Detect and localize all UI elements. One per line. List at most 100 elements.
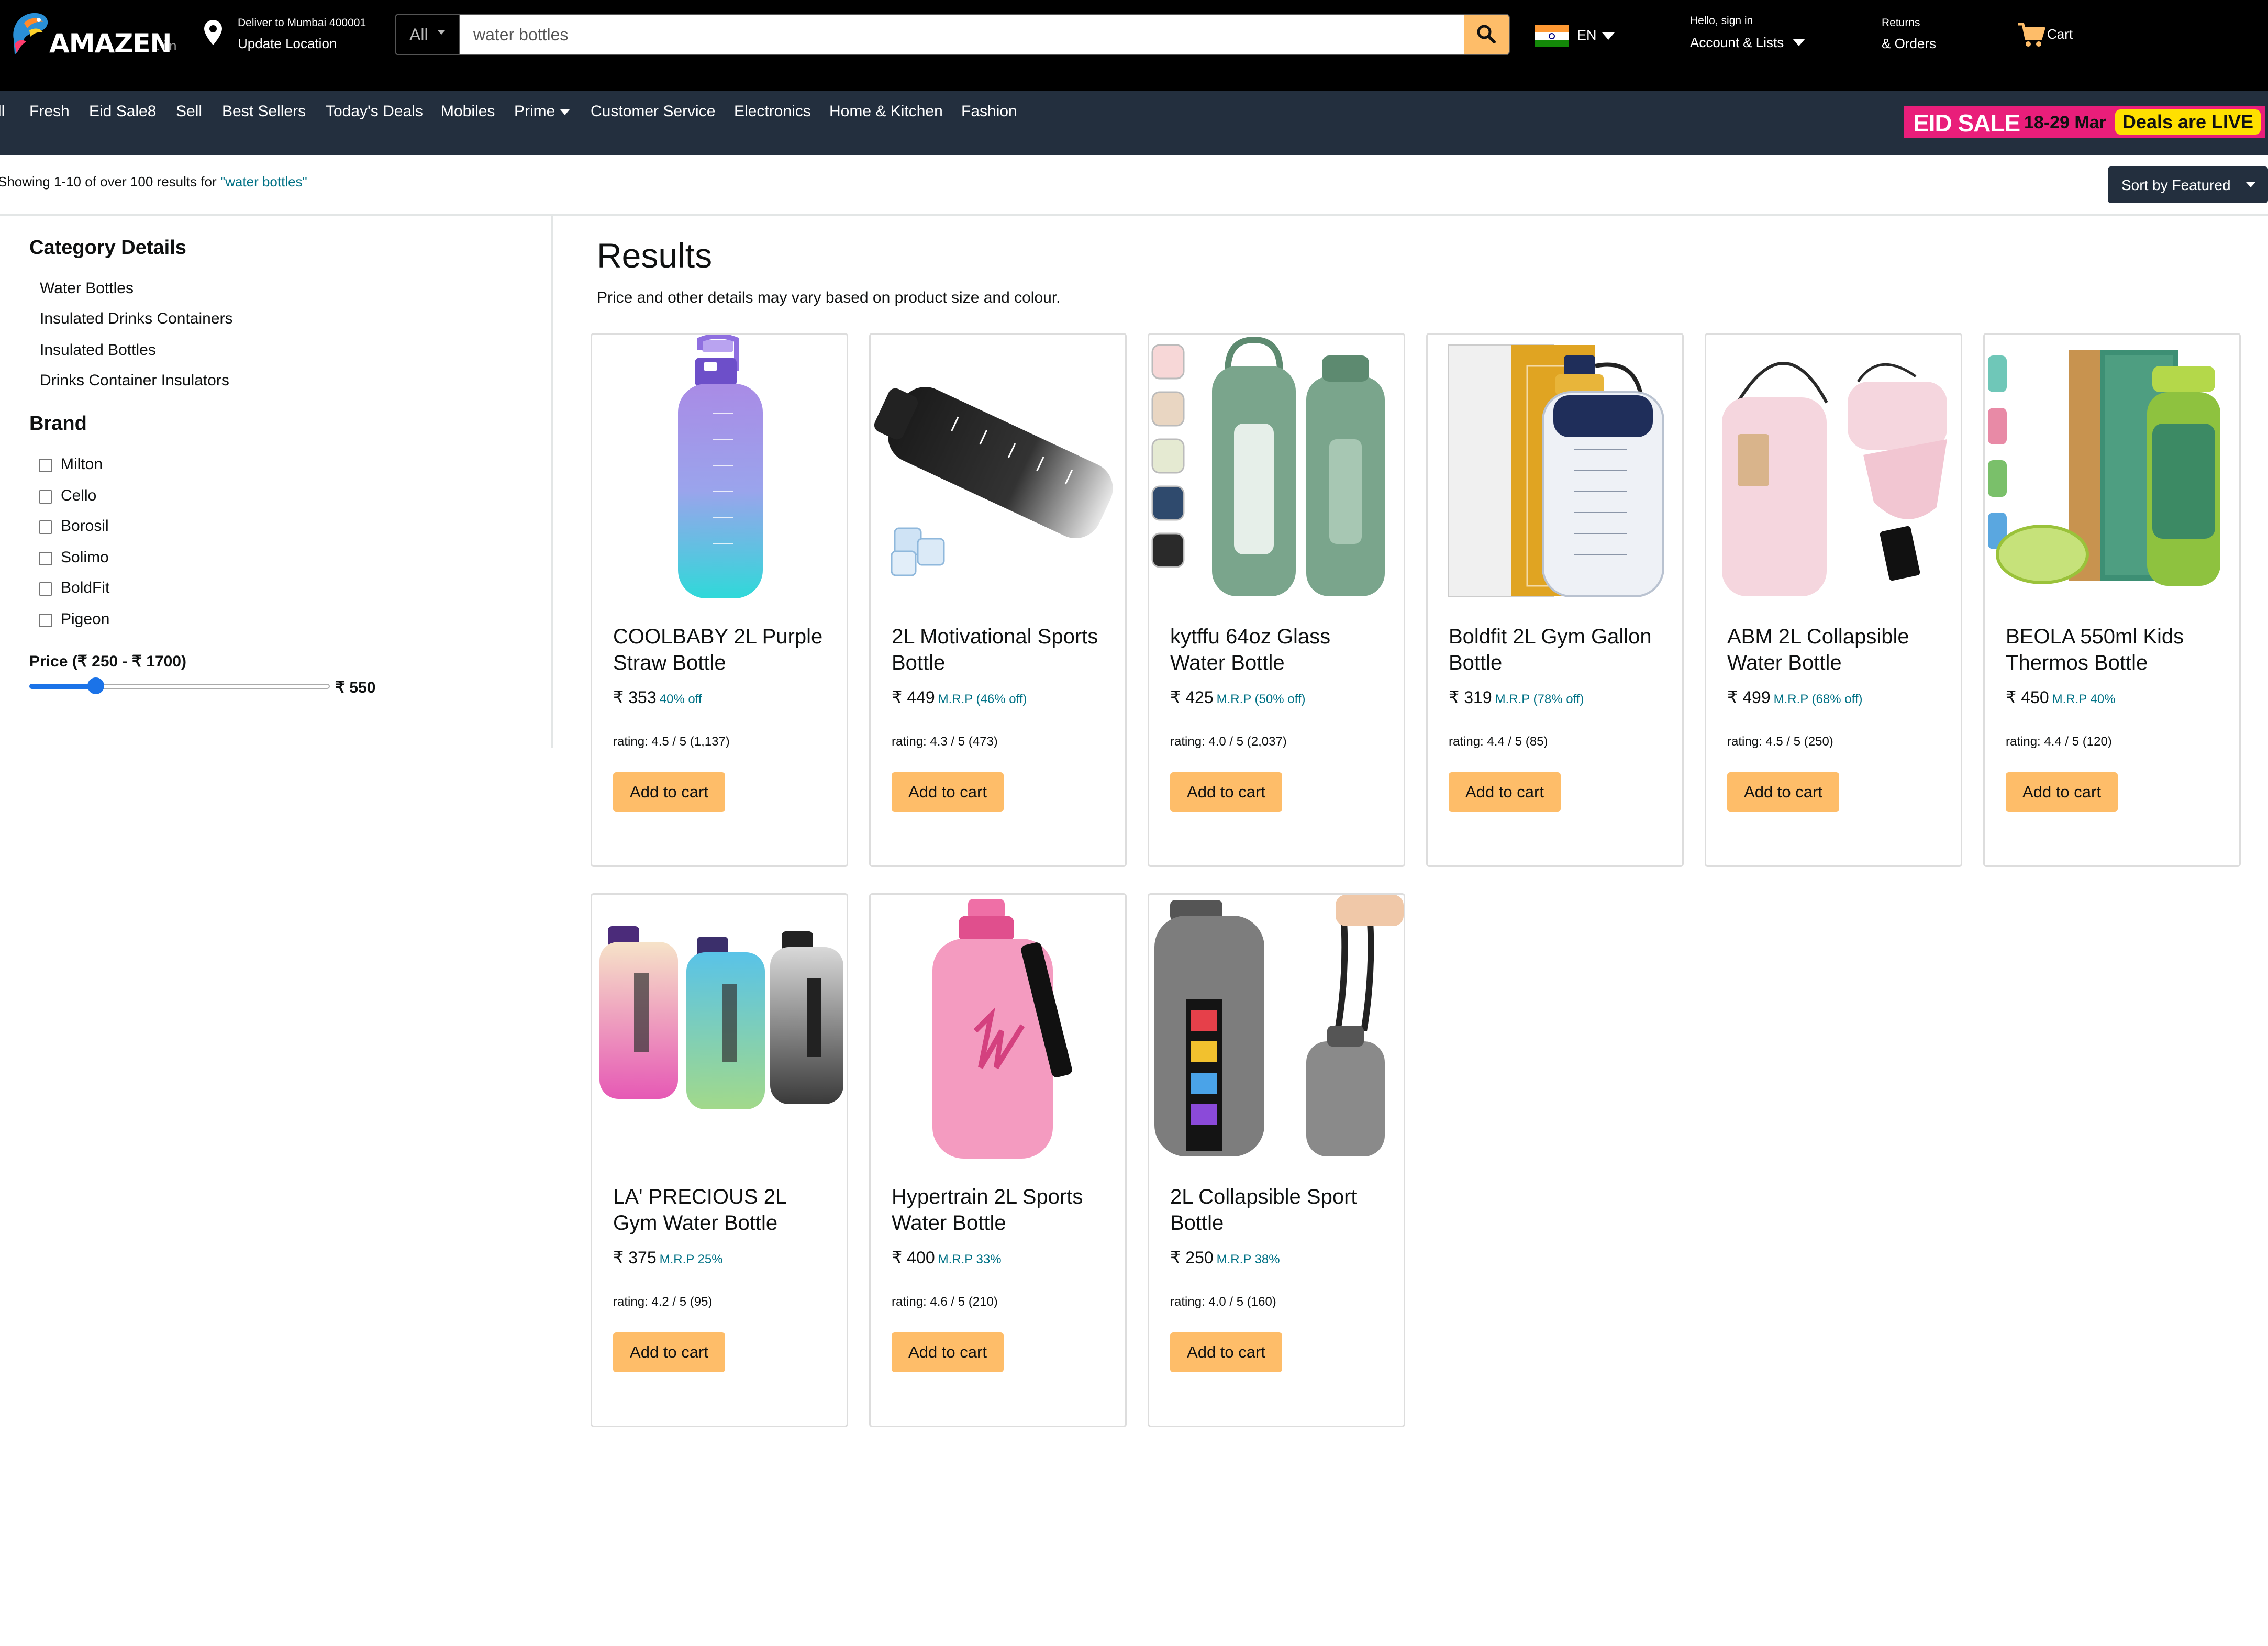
product-card[interactable]: BEOLA 550ml Kids Thermos Bottle ₹ 450 M.R… (1983, 333, 2241, 867)
product-price: ₹ 375 M.R.P 25% (613, 1248, 723, 1267)
product-card[interactable]: 2L Collapsible Sport Bottle ₹ 250 M.R.P 3… (1148, 893, 1405, 1427)
add-to-cart-button[interactable]: Add to cart (2006, 772, 2118, 812)
product-card[interactable]: ABM 2L Collapsible Water Bottle ₹ 499 M.R… (1705, 333, 1962, 867)
price-slider[interactable] (29, 677, 330, 694)
product-card[interactable]: 2L Motivational Sports Bottle ₹ 449 M.R.P… (869, 333, 1127, 867)
nav-item-fashion[interactable]: Fashion (961, 103, 1017, 120)
product-title[interactable]: 2L Collapsible Sport Bottle (1170, 1184, 1390, 1236)
india-flag-icon (1535, 25, 1569, 47)
product-price: ₹ 400 M.R.P 33% (892, 1248, 1002, 1267)
product-image[interactable] (871, 895, 1125, 1162)
chevron-down-icon (560, 109, 570, 115)
product-title[interactable]: 2L Motivational Sports Bottle (892, 624, 1111, 676)
brand-checkbox[interactable] (39, 582, 52, 596)
discount-label: M.R.P (46% off) (938, 692, 1027, 706)
account-menu[interactable]: Hello, sign in Account & Lists (1690, 14, 1826, 55)
search-button[interactable] (1464, 15, 1509, 54)
add-to-cart-button[interactable]: Add to cart (613, 772, 725, 812)
language-selector[interactable]: EN (1535, 23, 1619, 49)
nav-item-all[interactable]: ll (0, 103, 5, 120)
product-price: ₹ 319 M.R.P (78% off) (1449, 687, 1584, 707)
slider-thumb[interactable] (87, 677, 104, 694)
category-link[interactable]: Insulated Drinks Containers (40, 310, 233, 328)
product-image[interactable] (1149, 335, 1404, 602)
search-bar: All (395, 14, 1510, 55)
deliver-location[interactable]: Deliver to Mumbai 400001 Update Location (204, 16, 377, 58)
nav-item-prime[interactable]: Prime (514, 103, 570, 120)
brand-label: Pigeon (61, 610, 110, 628)
product-card[interactable]: Boldfit 2L Gym Gallon Bottle ₹ 319 M.R.P … (1426, 333, 1684, 867)
brand-label: Milton (61, 455, 103, 473)
results-summary-bar: Showing 1-10 of over 100 results for "wa… (0, 155, 2268, 216)
product-title[interactable]: kytffu 64oz Glass Water Bottle (1170, 624, 1390, 676)
orders-label: & Orders (1882, 36, 1937, 51)
site-logo[interactable]: AMAZEN .in (8, 7, 176, 70)
nav-item-customer-service[interactable]: Customer Service (591, 103, 715, 120)
product-price: ₹ 450 M.R.P 40% (2006, 687, 2116, 707)
product-image[interactable] (1149, 895, 1404, 1162)
product-image[interactable] (1706, 335, 1961, 602)
product-card[interactable]: kytffu 64oz Glass Water Bottle ₹ 425 M.R.… (1148, 333, 1405, 867)
nav-item-mobiles[interactable]: Mobiles (441, 103, 495, 120)
add-to-cart-button[interactable]: Add to cart (1449, 772, 1561, 812)
brand-checkbox[interactable] (39, 552, 52, 565)
product-title[interactable]: Boldfit 2L Gym Gallon Bottle (1449, 624, 1669, 676)
nav-item-best-sellers[interactable]: Best Sellers (222, 103, 306, 120)
category-link[interactable]: Water Bottles (40, 280, 134, 297)
page-title: Results (597, 236, 713, 275)
price-value: ₹ 550 (335, 679, 376, 696)
nav-item-prime-label: Prime (514, 103, 555, 120)
product-image[interactable] (1985, 335, 2239, 602)
location-pin-icon (204, 20, 222, 45)
search-input[interactable] (460, 15, 1465, 54)
discount-label: M.R.P (50% off) (1216, 692, 1306, 706)
product-card[interactable]: LA' PRECIOUS 2L Gym Water Bottle ₹ 375 M.… (591, 893, 848, 1427)
brand-checkbox[interactable] (39, 490, 52, 504)
price-amount: ₹ 319 (1449, 688, 1492, 707)
price-amount: ₹ 375 (613, 1248, 657, 1267)
brand-checkbox[interactable] (39, 520, 52, 534)
nav-item-sell[interactable]: Sell (176, 103, 202, 120)
returns-orders-link[interactable]: Returns & Orders (1882, 17, 1960, 59)
nav-item-home-kitchen[interactable]: Home & Kitchen (829, 103, 943, 120)
add-to-cart-button[interactable]: Add to cart (892, 1332, 1004, 1372)
brand-checkbox[interactable] (39, 614, 52, 627)
add-to-cart-button[interactable]: Add to cart (1170, 1332, 1282, 1372)
account-greeting: Hello, sign in (1690, 15, 1753, 27)
product-image[interactable] (871, 335, 1125, 602)
slider-fill (29, 684, 96, 689)
discount-label: M.R.P 38% (1216, 1252, 1280, 1266)
add-to-cart-button[interactable]: Add to cart (613, 1332, 725, 1372)
product-image[interactable] (1428, 335, 1682, 602)
product-image[interactable] (592, 895, 847, 1162)
cart-link[interactable]: Cart (2017, 21, 2090, 52)
nav-item-todays-deals[interactable]: Today's Deals (326, 103, 423, 120)
product-title[interactable]: ABM 2L Collapsible Water Bottle (1727, 624, 1947, 676)
product-price: ₹ 499 M.R.P (68% off) (1727, 687, 1862, 707)
brand-checkbox[interactable] (39, 459, 52, 472)
nav-item-eid-sale[interactable]: Eid Sale8 (89, 103, 156, 120)
chevron-down-icon (2246, 182, 2255, 187)
product-rating: rating: 4.5 / 5 (1,137) (613, 735, 730, 749)
add-to-cart-button[interactable]: Add to cart (892, 772, 1004, 812)
add-to-cart-button[interactable]: Add to cart (1727, 772, 1839, 812)
product-title[interactable]: BEOLA 550ml Kids Thermos Bottle (2006, 624, 2226, 676)
logo-suffix: .in (156, 38, 180, 53)
account-label: Account & Lists (1690, 35, 1784, 50)
sort-dropdown[interactable]: Sort by Featured (2108, 166, 2268, 203)
product-card[interactable]: Hypertrain 2L Sports Water Bottle ₹ 400 M… (869, 893, 1127, 1427)
product-title[interactable]: LA' PRECIOUS 2L Gym Water Bottle (613, 1184, 833, 1236)
category-link[interactable]: Drinks Container Insulators (40, 372, 229, 390)
search-category-dropdown[interactable]: All (396, 15, 460, 54)
add-to-cart-button[interactable]: Add to cart (1170, 772, 1282, 812)
category-link[interactable]: Insulated Bottles (40, 341, 156, 359)
eid-sale-banner[interactable]: EID SALE 18-29 Mar Deals are LIVE (1904, 106, 2265, 138)
category-heading: Category Details (29, 237, 186, 259)
nav-item-fresh[interactable]: Fresh (29, 103, 70, 120)
product-title[interactable]: Hypertrain 2L Sports Water Bottle (892, 1184, 1111, 1236)
product-image[interactable] (592, 335, 847, 602)
product-card[interactable]: COOLBABY 2L Purple Straw Bottle ₹ 353 40%… (591, 333, 848, 867)
nav-item-electronics[interactable]: Electronics (734, 103, 811, 120)
product-title[interactable]: COOLBABY 2L Purple Straw Bottle (613, 624, 833, 676)
filter-sidebar: Category Details Water Bottles Insulated… (0, 216, 553, 748)
